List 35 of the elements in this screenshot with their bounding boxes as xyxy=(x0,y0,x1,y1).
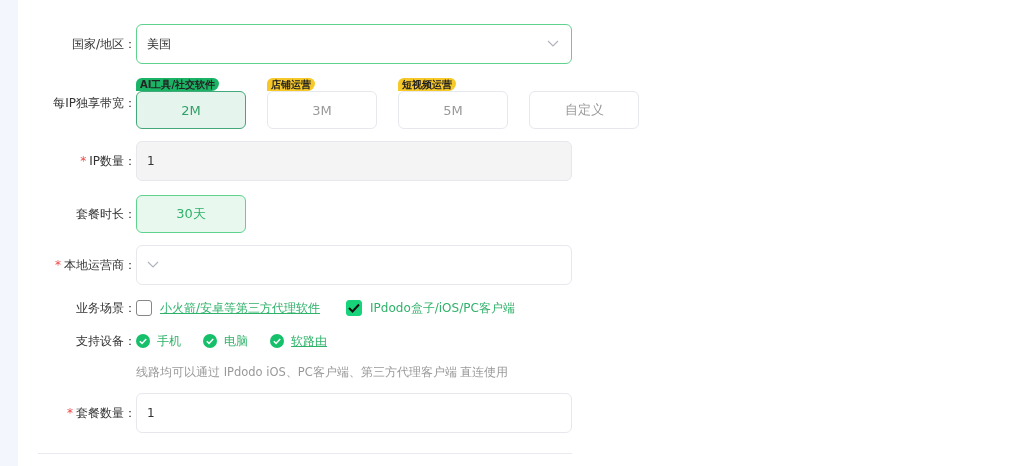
link[interactable]: 小火箭/安卓等第三方代理软件 xyxy=(160,299,321,317)
required-asterisk: * xyxy=(67,406,73,420)
hint-text: 线路均可以通过 IPdodo iOS、PC客户端、第三方代理客户端 直连使用 xyxy=(136,365,509,380)
checkbox-label[interactable]: IPdodo盒子/iOS/PC客户端 xyxy=(370,299,515,317)
check-circle-icon xyxy=(270,334,284,348)
duration-option[interactable]: 30天 xyxy=(136,195,246,233)
field-label: 业务场景： xyxy=(76,299,136,317)
required-asterisk: * xyxy=(80,154,87,168)
field-label: 本地运营商： xyxy=(64,256,136,274)
field-label: 套餐时长： xyxy=(76,205,136,223)
field-label: 国家/地区： xyxy=(71,35,136,53)
field-label: IP数量： xyxy=(89,152,136,170)
field-label: 每IP独享带宽： xyxy=(53,95,136,112)
country-select[interactable]: 美国 xyxy=(136,24,572,64)
package-count-field[interactable]: 1 xyxy=(136,393,572,433)
bandwidth-option[interactable]: 2M xyxy=(136,91,246,129)
checkbox[interactable] xyxy=(136,300,152,316)
link[interactable]: 软路由 xyxy=(291,332,327,350)
required-asterisk: * xyxy=(55,258,61,272)
check-circle-icon xyxy=(136,334,150,348)
tag-badge: AI工具/社交软件 xyxy=(136,78,220,91)
tag-badge: 短视频运营 xyxy=(398,78,456,91)
bandwidth-option[interactable]: 3M xyxy=(267,91,377,129)
device-label: 电脑 xyxy=(224,332,248,350)
field-label: 支持设备： xyxy=(76,332,136,350)
chevron-down-icon xyxy=(547,40,559,48)
field-label: 套餐数量： xyxy=(76,404,136,422)
device-label: 手机 xyxy=(157,332,181,350)
bandwidth-option[interactable]: 自定义 xyxy=(529,91,639,129)
bandwidth-option[interactable]: 5M xyxy=(398,91,508,129)
ip-count-field[interactable]: 1 xyxy=(136,141,572,181)
tag-badge: 店铺运营 xyxy=(267,78,315,91)
chevron-down-icon xyxy=(147,261,159,269)
check-circle-icon xyxy=(203,334,217,348)
checkbox[interactable] xyxy=(346,300,363,316)
